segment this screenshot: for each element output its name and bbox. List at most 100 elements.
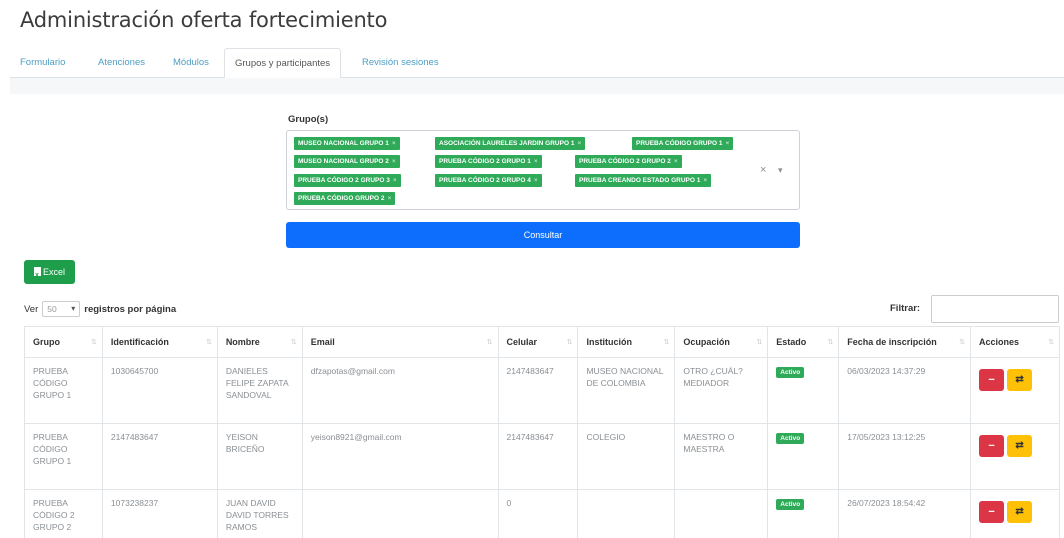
chip-remove-icon[interactable]: × <box>392 140 396 147</box>
table-header-row: Grupo ⇅ Identificación ⇅ Nombre ⇅ Email ⇅ Ce… <box>24 326 1060 358</box>
chip-grupo[interactable]: PRUEBA CÓDIGO 2 GRUPO 4 × <box>435 174 542 187</box>
tab-grupos-y-participantes[interactable]: Grupos y participantes <box>224 48 342 79</box>
status-badge: Activo <box>776 367 805 378</box>
change-group-button[interactable]: ⇄ <box>1007 501 1033 523</box>
tab-modulos[interactable]: Módulos <box>163 48 219 78</box>
table-row: PRUEBA CÓDIGO 2 GRUPO 2 1073238237 JUAN … <box>24 489 1060 538</box>
column-header[interactable]: Identificación ⇅ <box>101 326 218 358</box>
sort-icon: ⇅ <box>959 339 966 346</box>
tab-atenciones[interactable]: Atenciones <box>88 48 155 78</box>
participants-table: Grupo ⇅ Identificación ⇅ Nombre ⇅ Email ⇅ Ce… <box>24 326 1060 538</box>
cell-identificacion: 2147483647 <box>101 423 218 490</box>
cell-estado: Activo <box>767 357 840 424</box>
chip-grupo[interactable]: PRUEBA CÓDIGO 2 GRUPO 1 × <box>435 155 542 168</box>
cell-grupo: PRUEBA CÓDIGO GRUPO 1 <box>24 357 103 424</box>
sort-icon: ⇅ <box>290 339 297 346</box>
column-header[interactable]: Institución ⇅ <box>577 326 676 358</box>
sort-icon: ⇅ <box>91 339 97 346</box>
chevron-down-icon[interactable]: ▾ <box>778 165 783 176</box>
sort-icon: ⇅ <box>827 339 834 346</box>
chip-remove-icon[interactable]: × <box>674 158 678 165</box>
grupo-filter-label: Grupo(s) <box>288 114 329 125</box>
chip-grupo[interactable]: ASOCIACIÓN LAURELES JARDIN GRUPO 1 × <box>435 137 586 150</box>
chip-grupo[interactable]: PRUEBA CÓDIGO 2 GRUPO 3 × <box>294 174 401 187</box>
chip-grupo[interactable]: PRUEBA CÓDIGO GRUPO 2 × <box>294 192 396 205</box>
cell-institucion <box>577 489 676 538</box>
cell-fecha: 06/03/2023 14:37:29 <box>838 357 972 424</box>
cell-celular: 2147483647 <box>497 357 579 424</box>
page-length-prefix: Ver <box>24 303 39 315</box>
cell-celular: 0 <box>497 489 579 538</box>
delete-button[interactable]: − <box>979 369 1005 391</box>
cell-fecha: 26/07/2023 18:54:42 <box>838 489 972 538</box>
table-row: PRUEBA CÓDIGO GRUPO 1 2147483647 YEISON … <box>24 423 1060 490</box>
search-input[interactable] <box>931 295 1059 323</box>
cell-identificacion: 1030645700 <box>101 357 218 424</box>
cell-nombre: JUAN DAVID DAVID TORRES RAMOS <box>216 489 303 538</box>
cell-acciones: − ⇄ <box>970 489 1060 538</box>
excel-export-button[interactable]: Excel <box>24 260 75 288</box>
chip-remove-icon[interactable]: × <box>393 177 397 184</box>
chip-grupo[interactable]: MUSEO NACIONAL GRUPO 1 × <box>294 137 400 150</box>
cell-estado: Activo <box>767 423 840 490</box>
cell-nombre: DANIELES FELIPE ZAPATA SANDOVAL <box>216 357 303 424</box>
tab-bar: Formulario Atenciones Módulos Grupos y p… <box>10 48 1064 79</box>
chip-grupo[interactable]: PRUEBA CÓDIGO 2 GRUPO 2 × <box>575 155 682 168</box>
sort-icon: ⇅ <box>1048 339 1054 346</box>
change-group-button[interactable]: ⇄ <box>1007 435 1033 457</box>
chip-grupo[interactable]: PRUEBA CÓDIGO GRUPO 1 × <box>632 137 734 150</box>
cell-acciones: − ⇄ <box>970 357 1060 424</box>
column-header[interactable]: Celular ⇅ <box>497 326 579 358</box>
chip-remove-icon[interactable]: × <box>392 158 396 165</box>
cell-grupo: PRUEBA CÓDIGO 2 GRUPO 2 <box>24 489 103 538</box>
cell-ocupacion: OTRO ¿CUÁL? MEDIADOR <box>674 357 769 424</box>
status-badge: Activo <box>776 499 805 510</box>
delete-button[interactable]: − <box>979 435 1005 457</box>
chip-remove-icon[interactable]: × <box>534 158 538 165</box>
column-header[interactable]: Fecha de inscripción ⇅ <box>838 326 972 358</box>
cell-email <box>301 489 499 538</box>
excel-icon <box>33 264 41 288</box>
cell-email: dfzapotas@gmail.com <box>301 357 499 424</box>
column-header[interactable]: Ocupación ⇅ <box>674 326 769 358</box>
tab-formulario[interactable]: Formulario <box>10 48 75 78</box>
clear-selection-icon[interactable]: × <box>760 164 766 176</box>
column-header[interactable]: Nombre ⇅ <box>216 326 303 358</box>
chip-remove-icon[interactable]: × <box>725 140 729 147</box>
sort-icon: ⇅ <box>566 339 573 346</box>
delete-button[interactable]: − <box>979 501 1005 523</box>
cell-fecha: 17/05/2023 13:12:25 <box>838 423 972 490</box>
page-length-suffix: registros por página <box>84 303 177 315</box>
change-group-button[interactable]: ⇄ <box>1007 369 1033 391</box>
cell-celular: 2147483647 <box>497 423 579 490</box>
cell-email: yeison8921@gmail.com <box>301 423 499 490</box>
chevron-down-icon: ▾ <box>71 304 76 313</box>
column-header[interactable]: Acciones ⇅ <box>970 326 1060 358</box>
page-title: Administración oferta fortecimiento <box>20 8 388 32</box>
sort-icon: ⇅ <box>486 339 493 346</box>
sort-icon: ⇅ <box>663 339 670 346</box>
column-header[interactable]: Estado ⇅ <box>767 326 840 358</box>
sort-icon: ⇅ <box>205 339 212 346</box>
status-badge: Activo <box>776 433 805 444</box>
cell-identificacion: 1073238237 <box>101 489 218 538</box>
column-header[interactable]: Email ⇅ <box>301 326 499 358</box>
cell-estado: Activo <box>767 489 840 538</box>
consultar-button[interactable]: Consultar <box>286 222 800 248</box>
chip-remove-icon[interactable]: × <box>387 195 391 202</box>
page-length-select[interactable]: 50 ▾ <box>42 301 81 317</box>
cell-institucion: MUSEO NACIONAL DE COLOMBIA <box>577 357 676 424</box>
chip-remove-icon[interactable]: × <box>703 177 707 184</box>
cell-nombre: YEISON BRICEÑO <box>216 423 303 490</box>
tab-revision-sesiones[interactable]: Revisión sesiones <box>352 48 449 78</box>
chip-grupo[interactable]: PRUEBA CREANDO ESTADO GRUPO 1 × <box>575 174 712 187</box>
sort-icon: ⇅ <box>756 339 763 346</box>
table-row: PRUEBA CÓDIGO GRUPO 1 1030645700 DANIELE… <box>24 357 1060 424</box>
cell-acciones: − ⇄ <box>970 423 1060 490</box>
chip-remove-icon[interactable]: × <box>534 177 538 184</box>
chip-grupo[interactable]: MUSEO NACIONAL GRUPO 2 × <box>294 155 400 168</box>
cell-grupo: PRUEBA CÓDIGO GRUPO 1 <box>24 423 103 490</box>
chip-remove-icon[interactable]: × <box>577 140 581 147</box>
column-header[interactable]: Grupo ⇅ <box>24 326 103 358</box>
cell-ocupacion: MAESTRO O MAESTRA <box>674 423 769 490</box>
